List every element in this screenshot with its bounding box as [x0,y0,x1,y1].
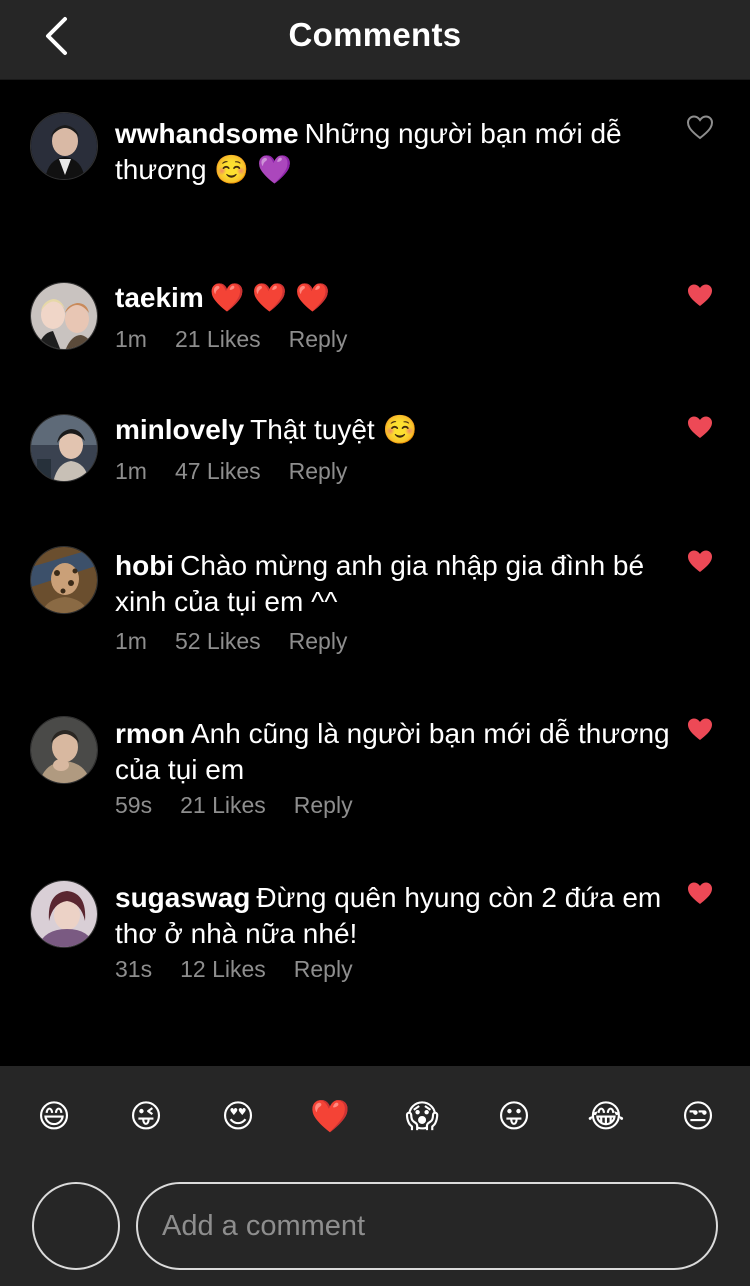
comment-input[interactable] [136,1182,718,1270]
reply-button[interactable]: Reply [294,792,353,819]
reply-button[interactable]: Reply [289,326,348,353]
comment-likes[interactable]: 12 Likes [180,956,266,983]
comment-time: 31s [115,956,153,982]
comment-time: 1m [115,326,147,352]
emoji-screaming-button[interactable]: 😱 [402,1096,442,1136]
avatar[interactable] [30,282,98,350]
comment-meta: 1m 21 Likes Reply [115,326,347,353]
emoji-red-heart-button[interactable]: ❤️ [310,1096,350,1136]
emoji-heart-eyes-button[interactable]: 😍 [218,1096,258,1136]
comment-username[interactable]: hobi [115,550,174,581]
like-button[interactable] [686,548,714,574]
comment-time: 1m [115,628,147,654]
comment-body: rmon Anh cũng là người bạn mới dễ thương … [115,716,675,788]
avatar[interactable] [30,880,98,948]
emoji-grinning-button[interactable]: 😄 [34,1096,74,1136]
avatar[interactable] [30,546,98,614]
page-title: Comments [288,16,462,53]
comment-meta: 1m 47 Likes Reply [115,458,347,485]
comment-meta: 1m 52 Likes Reply [115,628,347,655]
comment-body: minlovely Thật tuyệt ☺️ [115,412,675,448]
comment-likes[interactable]: 52 Likes [175,628,261,655]
comment-likes[interactable]: 47 Likes [175,458,261,485]
comment-body: taekim ❤️ ❤️ ❤️ [115,280,675,316]
heart-filled-icon [688,416,712,438]
comment-text: Chào mừng anh gia nhập gia đình bé xinh … [115,550,645,617]
comment-time: 59s [115,792,153,818]
like-button[interactable] [686,880,714,906]
emoji-winking-tongue-button[interactable]: 😜 [126,1096,166,1136]
comment-username[interactable]: taekim [115,282,204,313]
avatar[interactable] [30,112,98,180]
comment-username[interactable]: wwhandsome [115,118,299,149]
comment-username[interactable]: sugaswag [115,882,250,913]
emoji-tears-of-joy-button[interactable]: 😂 [586,1096,626,1136]
comment-text: ❤️ ❤️ ❤️ [209,282,330,313]
comment-likes[interactable]: 21 Likes [180,792,266,819]
comment-text: Thật tuyệt ☺️ [250,414,418,445]
avatar[interactable] [30,414,98,482]
comment-body: wwhandsome Những người bạn mới dễ thương … [115,116,675,188]
comment-meta: 59s 21 Likes Reply [115,792,353,819]
current-user-avatar [32,1182,120,1270]
emoji-unamused-button[interactable]: 😒 [678,1096,718,1136]
emoji-bar: 😄 😜 😍 ❤️ 😱 😛 😂 😒 [0,1066,750,1166]
comment-body: hobi Chào mừng anh gia nhập gia đình bé x… [115,548,675,620]
reply-button[interactable]: Reply [294,956,353,983]
like-button[interactable] [686,114,714,140]
comment-likes[interactable]: 21 Likes [175,326,261,353]
like-button[interactable] [686,282,714,308]
reply-button[interactable]: Reply [289,458,348,485]
comment-username[interactable]: minlovely [115,414,244,445]
comment-text: Anh cũng là người bạn mới dễ thương của … [115,718,670,785]
emoji-tongue-button[interactable]: 😛 [494,1096,534,1136]
heart-filled-icon [688,882,712,904]
heart-filled-icon [688,284,712,306]
reply-button[interactable]: Reply [289,628,348,655]
comments-screen: Comments wwhandsome Những người bạn mới d… [0,0,750,1286]
header-bar: Comments [0,0,750,80]
heart-filled-icon [688,550,712,572]
like-button[interactable] [686,414,714,440]
heart-filled-icon [688,718,712,740]
avatar[interactable] [30,716,98,784]
comment-meta: 31s 12 Likes Reply [115,956,353,983]
comment-body: sugaswag Đừng quên hyung còn 2 đứa em thơ… [115,880,675,952]
comment-time: 1m [115,458,147,484]
heart-outline-icon [686,115,714,140]
comment-composer [0,1166,750,1286]
like-button[interactable] [686,716,714,742]
comment-username[interactable]: rmon [115,718,185,749]
